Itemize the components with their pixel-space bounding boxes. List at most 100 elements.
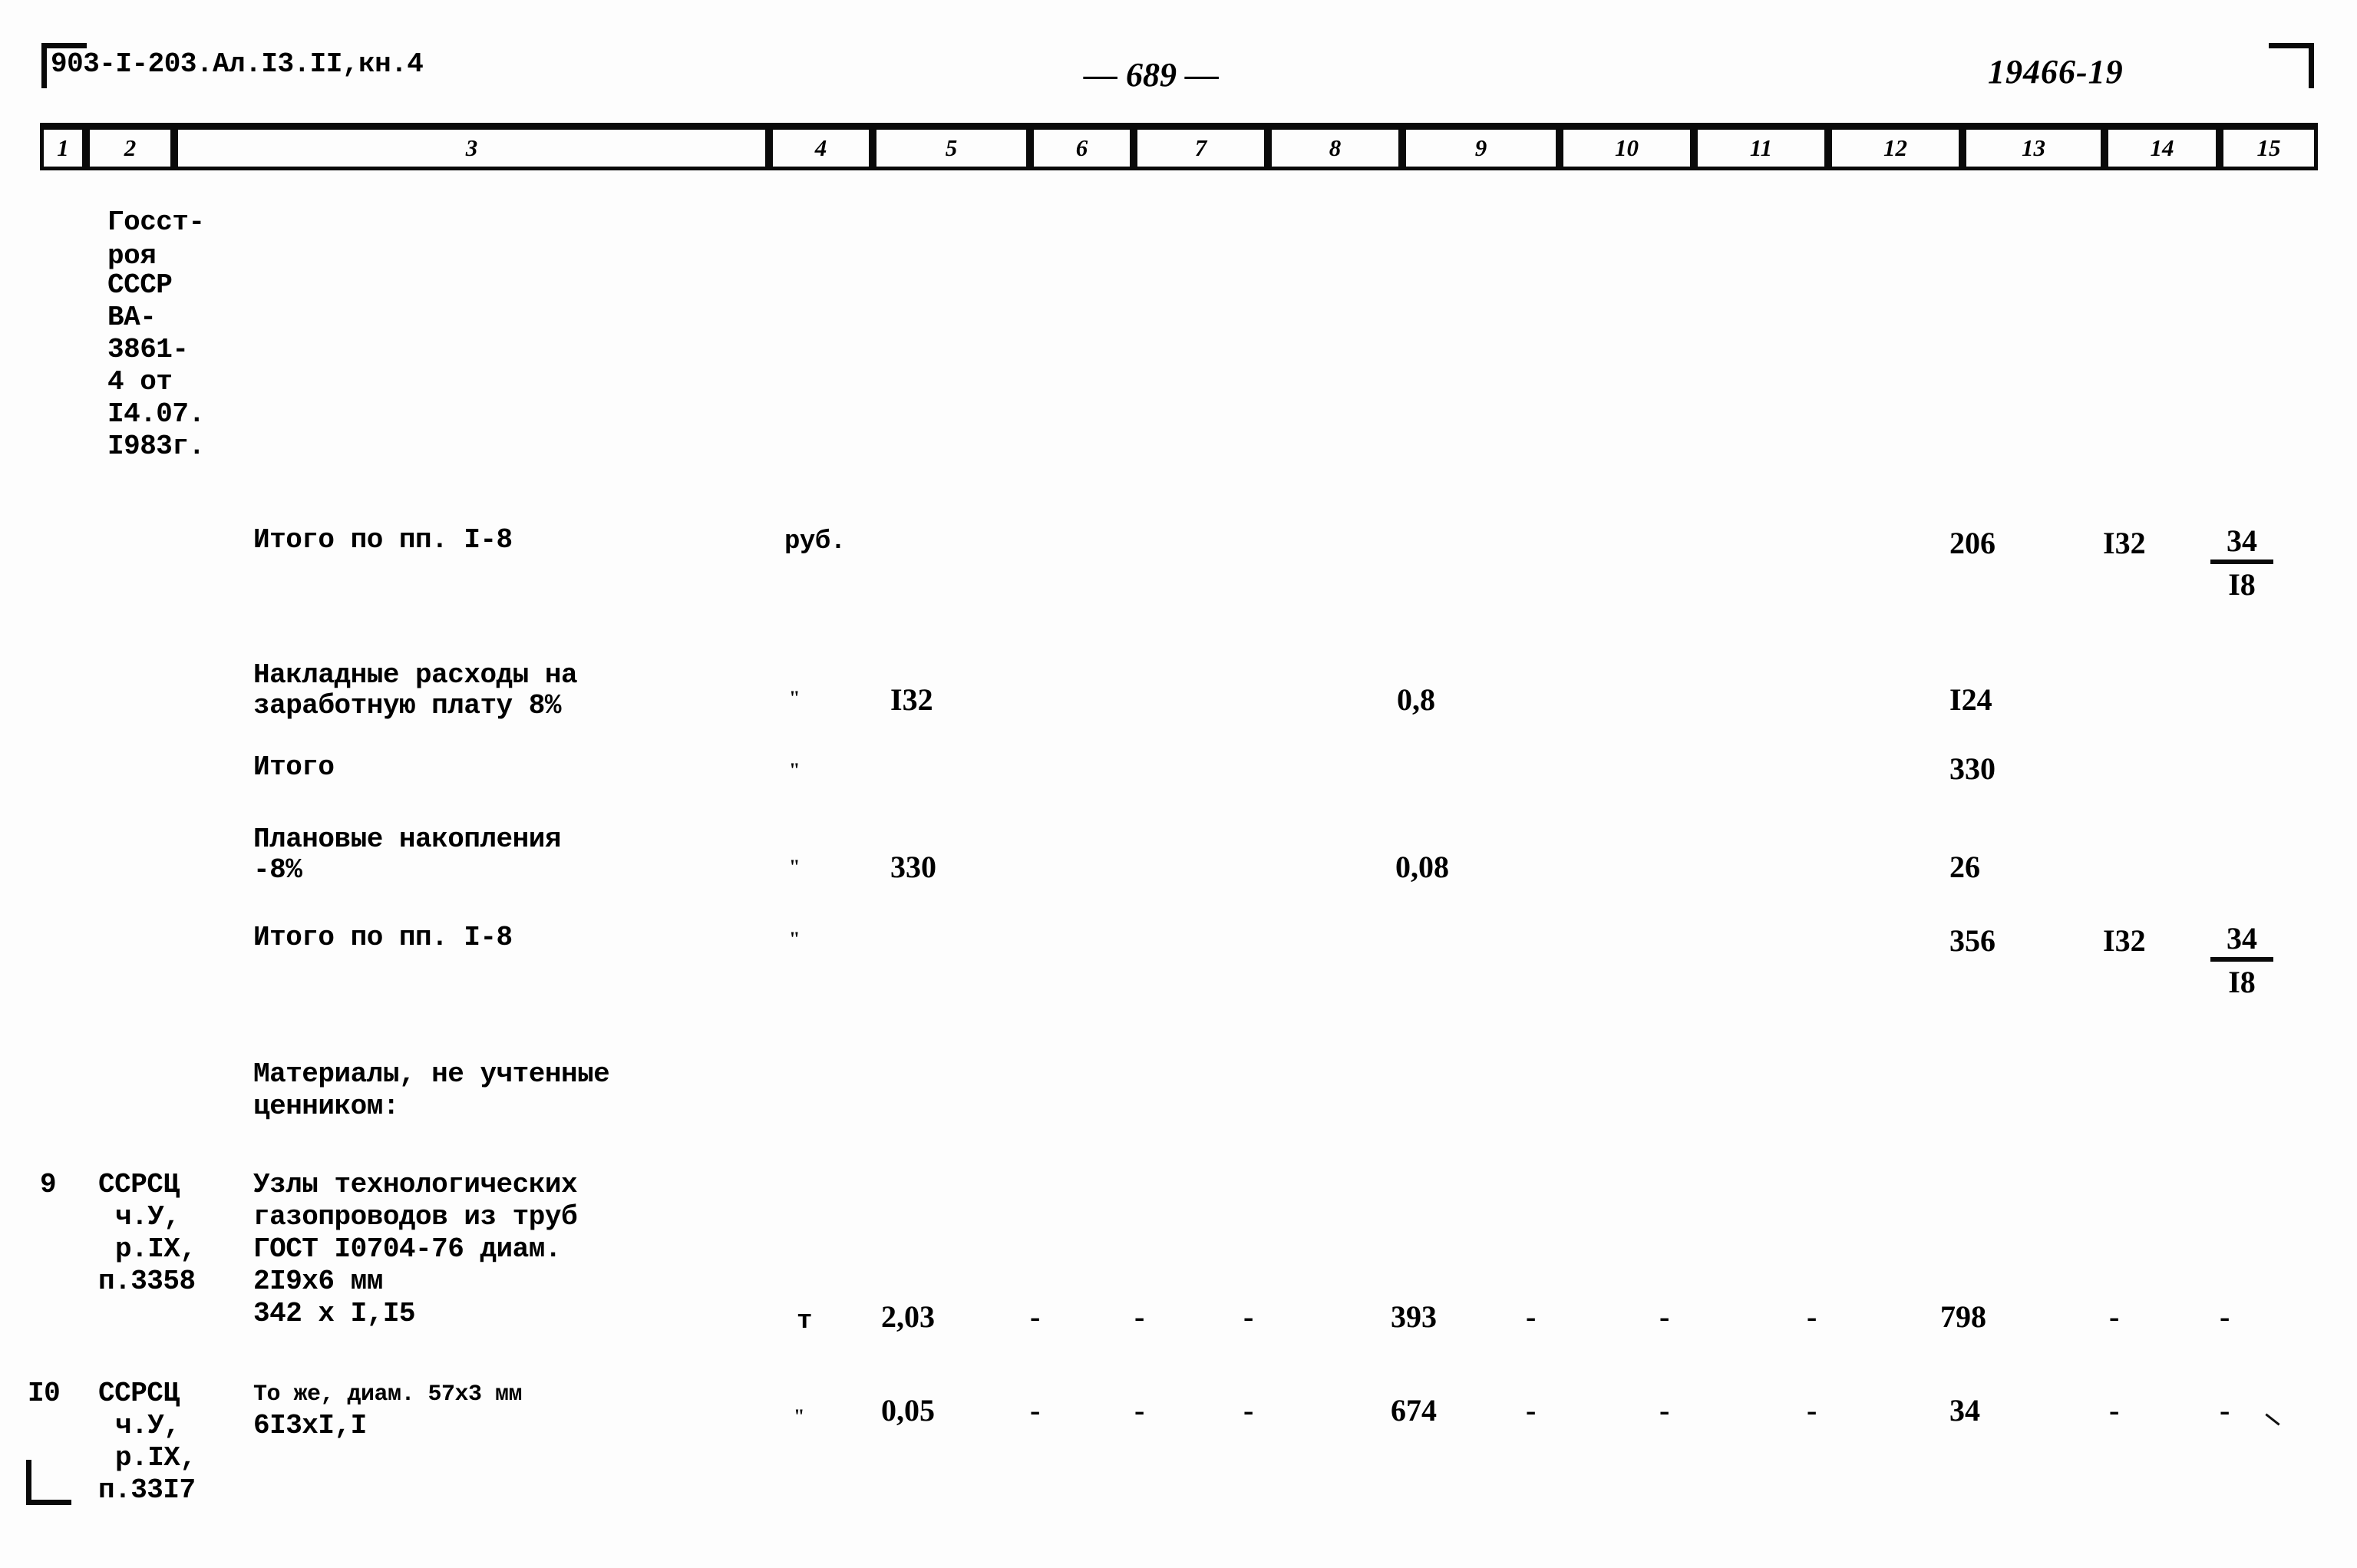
fraction-denominator: I8 (2228, 965, 2256, 999)
left-note-line-5: 3861- (107, 334, 189, 365)
item-10-col11: - (1659, 1393, 1669, 1428)
item-10-col10: - (1526, 1393, 1536, 1428)
row-overheads-col5: I32 (890, 682, 933, 717)
column-header-6: 6 (1030, 130, 1134, 167)
row-overheads-col13: I24 (1949, 682, 1992, 717)
item-10-description-line1: То же, диам. 57x3 мм (253, 1381, 523, 1408)
stray-pen-mark (2265, 1413, 2280, 1426)
column-header-bar: 1 2 3 4 5 6 7 8 9 10 11 12 13 14 15 (40, 123, 2318, 170)
item-9-ref-line1: ССРСЦ (98, 1169, 180, 1200)
row-planned-description-line2: -8% (253, 854, 302, 886)
item-9-col12: - (1807, 1299, 1817, 1334)
column-header-2: 2 (86, 130, 174, 167)
document-page: 903-I-203.Ал.I3.II,кн.4 — 689 — 19466-19… (0, 0, 2357, 1568)
row-total-first-col15-fraction: 34 I8 (2210, 523, 2273, 602)
item-9-col6: - (1030, 1299, 1040, 1334)
column-header-11: 11 (1694, 130, 1828, 167)
materials-heading-line1: Материалы, не учтенные (253, 1058, 610, 1090)
left-note-line-6: 4 от (107, 366, 173, 398)
item-9-ref-line3: р.IX, (115, 1233, 196, 1265)
item-9-col15: - (2220, 1299, 2230, 1334)
item-9-description-line4: 2I9x6 мм (253, 1266, 383, 1297)
column-header-3: 3 (174, 130, 769, 167)
item-10-col15: - (2220, 1393, 2230, 1428)
column-header-1: 1 (40, 130, 86, 167)
row-total-second-col13: 356 (1949, 923, 1996, 958)
row-total-first-col14: I32 (2103, 526, 2146, 560)
row-total-second-description: Итого по пп. I-8 (253, 922, 513, 953)
item-10-ref-line4: п.33I7 (98, 1474, 196, 1506)
row-planned-description-line1: Плановые накопления (253, 824, 561, 855)
item-9-col9: 393 (1391, 1299, 1437, 1334)
item-9-ref-line2: ч.У, (115, 1201, 180, 1233)
left-note-line-7: I4.07. (107, 398, 205, 430)
row-overheads-col9: 0,8 (1397, 682, 1435, 717)
row-total-second-col15-fraction: 34 I8 (2210, 921, 2273, 1000)
item-10-ref-line2: ч.У, (115, 1410, 180, 1441)
materials-heading-line2: ценником: (253, 1091, 399, 1122)
row-total-second-col14: I32 (2103, 923, 2146, 958)
row-overheads-description-line1: Накладные расходы на (253, 659, 578, 691)
item-9-col10: - (1526, 1299, 1536, 1334)
item-9-description-line1: Узлы технологических (253, 1169, 578, 1200)
left-note-line-1: Госст- (107, 206, 205, 238)
column-header-5: 5 (873, 130, 1030, 167)
item-9-number: 9 (40, 1169, 57, 1200)
item-10-col5: 0,05 (881, 1393, 935, 1428)
item-10-ref-line1: ССРСЦ (98, 1378, 180, 1409)
item-9-col11: - (1659, 1299, 1669, 1334)
item-10-calculation: 6I3xI,I (253, 1410, 367, 1441)
item-10-col14: - (2109, 1393, 2119, 1428)
item-9-description-line3: ГОСТ I0704-76 диам. (253, 1233, 561, 1265)
row-subtotal-col13: 330 (1949, 751, 1996, 786)
item-10-ref-line3: р.IX, (115, 1442, 196, 1474)
item-9-unit: т (797, 1307, 812, 1336)
item-10-col13: 34 (1949, 1393, 1980, 1428)
fraction-numerator: 34 (2210, 921, 2273, 962)
row-subtotal-description: Итого (253, 751, 335, 783)
item-9-ref-line4: п.3358 (98, 1266, 196, 1297)
column-header-7: 7 (1134, 130, 1268, 167)
item-10-unit: " (794, 1405, 804, 1428)
item-9-description-line2: газопроводов из труб (253, 1201, 578, 1233)
item-9-col7: - (1134, 1299, 1144, 1334)
column-header-15: 15 (2220, 130, 2318, 167)
row-planned-col9: 0,08 (1395, 850, 1449, 884)
item-9-calculation: 342 x I,I5 (253, 1298, 416, 1329)
column-header-12: 12 (1828, 130, 1963, 167)
item-10-col8: - (1243, 1393, 1253, 1428)
item-9-col14: - (2109, 1299, 2119, 1334)
column-header-14: 14 (2104, 130, 2220, 167)
corner-bracket-bottom-left (26, 1460, 71, 1505)
row-planned-col5: 330 (890, 850, 936, 884)
item-10-col12: - (1807, 1393, 1817, 1428)
row-total-first-unit: руб. (784, 527, 846, 556)
archive-stamp: 19466-19 (1988, 53, 2124, 91)
column-header-13: 13 (1963, 130, 2104, 167)
item-10-col6: - (1030, 1393, 1040, 1428)
row-total-first-description: Итого по пп. I-8 (253, 524, 513, 556)
page-number: — 689 — (1084, 56, 1219, 94)
corner-bracket-top-right (2269, 43, 2314, 88)
column-header-10: 10 (1560, 130, 1694, 167)
fraction-denominator: I8 (2228, 567, 2256, 602)
row-planned-unit: " (789, 856, 800, 878)
row-total-first-col13: 206 (1949, 526, 1996, 560)
item-9-col13: 798 (1940, 1299, 1986, 1334)
row-subtotal-unit: " (789, 759, 800, 781)
left-note-line-3: СССР (107, 269, 173, 301)
document-code: 903-I-203.Ал.I3.II,кн.4 (51, 48, 424, 80)
item-10-col9: 674 (1391, 1393, 1437, 1428)
item-10-col7: - (1134, 1393, 1144, 1428)
row-planned-col13: 26 (1949, 850, 1980, 884)
item-9-col5: 2,03 (881, 1299, 935, 1334)
item-9-col8: - (1243, 1299, 1253, 1334)
row-overheads-unit: " (789, 687, 800, 709)
column-header-4: 4 (769, 130, 873, 167)
column-header-9: 9 (1402, 130, 1560, 167)
item-10-number: I0 (28, 1378, 61, 1409)
row-total-second-unit: " (789, 928, 800, 950)
left-note-line-4: ВА- (107, 302, 157, 333)
left-note-line-8: I983г. (107, 431, 205, 462)
row-overheads-description-line2: заработную плату 8% (253, 690, 561, 721)
